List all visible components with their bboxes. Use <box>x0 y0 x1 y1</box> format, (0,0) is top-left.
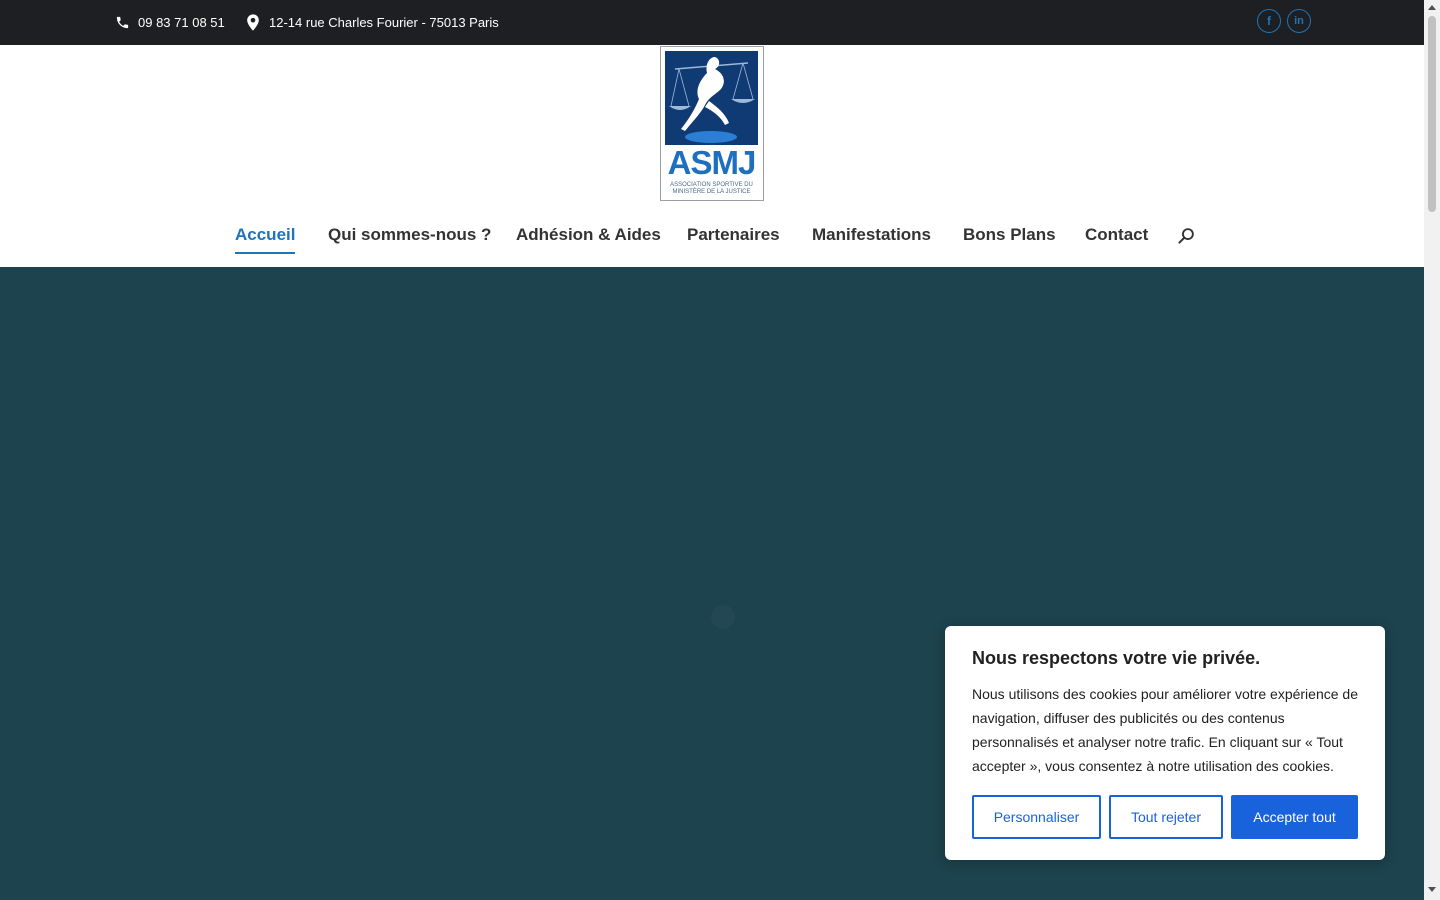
logo-emblem <box>665 51 758 145</box>
nav-item-bons-plans[interactable]: Bons Plans <box>963 222 1056 248</box>
site-header: ASMJ ASSOCIATION SPORTIVE DU MINISTÈRE D… <box>0 45 1424 267</box>
linkedin-icon[interactable]: in <box>1287 9 1311 33</box>
scroll-down-arrow-icon[interactable] <box>1428 887 1436 892</box>
reject-all-button[interactable]: Tout rejeter <box>1109 795 1223 839</box>
cookie-consent-banner: Nous respectons votre vie privée. Nous u… <box>945 626 1385 860</box>
phone-icon <box>115 15 130 30</box>
top-bar: 09 83 71 08 51 12-14 rue Charles Fourier… <box>0 0 1424 45</box>
site-logo[interactable]: ASMJ ASSOCIATION SPORTIVE DU MINISTÈRE D… <box>660 46 764 201</box>
nav-item-label: Accueil <box>235 225 296 244</box>
nav-item-contact[interactable]: Contact <box>1085 222 1148 248</box>
cookie-text: Nous utilisons des cookies pour améliore… <box>972 686 1358 774</box>
facebook-icon[interactable]: f <box>1257 9 1281 33</box>
nav-item-manifestations[interactable]: Manifestations <box>812 222 931 248</box>
page-scrollbar[interactable] <box>1424 0 1440 900</box>
nav-item-qui-sommes-nous[interactable]: Qui sommes-nous ? <box>328 222 491 248</box>
accept-all-button[interactable]: Accepter tout <box>1231 795 1358 839</box>
nav-item-label: Manifestations <box>812 225 932 244</box>
scrollbar-thumb[interactable] <box>1428 16 1436 212</box>
nav-item-label: Bons Plans <box>963 225 1056 244</box>
nav-item-label: Contact <box>1085 225 1149 244</box>
nav-item-label: Partenaires <box>687 225 780 244</box>
logo-subtitle-line2: MINISTÈRE DE LA JUSTICE <box>672 189 751 195</box>
nav-item-accueil[interactable]: Accueil <box>235 222 296 254</box>
logo-letters: ASMJ <box>667 144 757 181</box>
nav-item-adhesion-aides[interactable]: Adhésion & Aides <box>516 222 661 248</box>
search-icon[interactable] <box>1178 222 1195 248</box>
nav-item-partenaires[interactable]: Partenaires <box>687 222 780 248</box>
customize-button[interactable]: Personnaliser <box>972 795 1101 839</box>
phone-number[interactable]: 09 83 71 08 51 <box>138 15 225 30</box>
active-underline <box>235 252 296 254</box>
cookie-title: Nous respectons votre vie privée. <box>972 648 1261 668</box>
logo-subtitle-line1: ASSOCIATION SPORTIVE DU <box>670 182 753 188</box>
address-info: 12-14 rue Charles Fourier - 75013 Paris <box>246 0 499 45</box>
nav-item-label: Qui sommes-nous ? <box>328 225 492 244</box>
facebook-glyph: f <box>1267 14 1271 28</box>
loading-spinner-icon <box>711 605 735 629</box>
phone-info: 09 83 71 08 51 <box>115 0 225 45</box>
scroll-up-arrow-icon[interactable] <box>1428 5 1436 10</box>
nav-item-label: Adhésion & Aides <box>516 225 661 244</box>
address-text: 12-14 rue Charles Fourier - 75013 Paris <box>269 15 499 30</box>
linkedin-glyph: in <box>1294 15 1304 27</box>
location-pin-icon <box>246 14 260 31</box>
